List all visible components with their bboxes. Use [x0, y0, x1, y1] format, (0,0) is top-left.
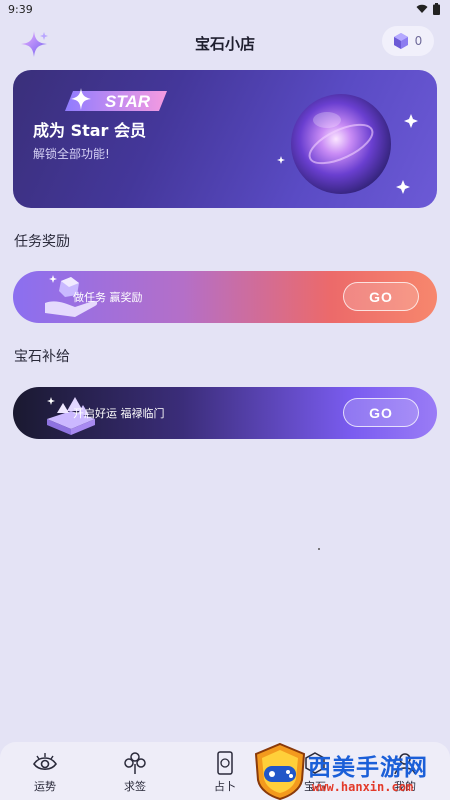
wifi-icon	[416, 4, 428, 13]
status-bar: 9:39	[0, 0, 450, 22]
status-icons	[416, 3, 440, 15]
section-title-supply: 宝石补给	[14, 349, 70, 365]
star-subtitle: 解锁全部功能!	[33, 147, 110, 161]
nav-item-divination[interactable]: 占卜	[195, 750, 255, 794]
watermark-url: www.hanxin.com	[312, 780, 414, 794]
supply-go-button[interactable]: GO	[343, 398, 419, 427]
star-badge-text: STAR	[105, 92, 151, 111]
gem-count: 0	[414, 34, 423, 48]
nav-label-divination: 占卜	[214, 780, 236, 793]
tarot-card-icon	[217, 751, 233, 775]
nav-item-fortune[interactable]: 运势	[15, 750, 75, 794]
gem-icon	[393, 33, 408, 49]
task-card-text: 做任务 赢奖励	[73, 291, 143, 304]
header: 宝石小店 0	[0, 22, 450, 62]
watermark-text: 西美手游网	[308, 755, 428, 781]
watermark: 西美手游网 www.hanxin.com	[252, 742, 448, 800]
section-title-tasks: 任务奖励	[14, 234, 70, 250]
nav-label-fortune: 运势	[34, 780, 56, 793]
battery-icon	[433, 3, 440, 15]
nav-label-draw-lots: 求签	[124, 780, 146, 793]
gem-supply-card[interactable]: 开启好运 福禄临门 GO	[13, 387, 437, 439]
task-go-button[interactable]: GO	[343, 282, 419, 311]
eye-icon	[33, 753, 57, 771]
status-time: 9:39	[8, 3, 33, 16]
gamepad-shield-logo	[254, 742, 306, 800]
star-title: 成为 Star 会员	[33, 121, 147, 140]
gem-balance[interactable]: 0	[382, 26, 434, 56]
star-badge: STAR	[65, 88, 167, 111]
stray-dot	[318, 548, 320, 550]
supply-card-text: 开启好运 福禄临门	[73, 407, 165, 420]
star-membership-banner[interactable]: STAR 成为 Star 会员 解锁全部功能!	[13, 70, 437, 208]
clover-icon	[124, 752, 146, 774]
crystal-orb-icon	[277, 94, 418, 194]
task-reward-card[interactable]: 做任务 赢奖励 GO	[13, 271, 437, 323]
nav-item-draw-lots[interactable]: 求签	[105, 750, 165, 794]
